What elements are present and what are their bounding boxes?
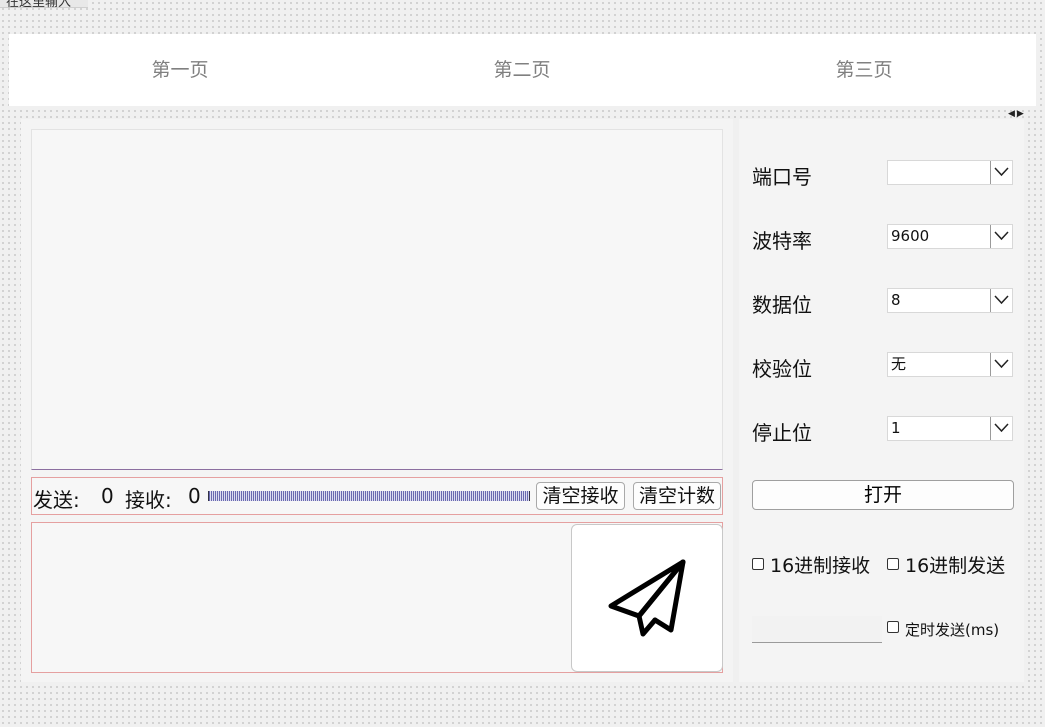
checkbox-box[interactable] [887,558,899,570]
paper-plane-icon [608,559,686,637]
recv-count-label: 接收: [125,488,172,512]
open-port-button[interactable]: 打开 [752,480,1014,510]
send-text-input[interactable] [32,523,571,676]
checkbox-box[interactable] [887,621,899,633]
port-label: 端口号 [752,165,812,189]
tab-page-2[interactable]: 第二页 [351,34,693,106]
clear-count-button[interactable]: 清空计数 [633,482,721,510]
tab-page-1[interactable]: 第一页 [9,34,351,106]
stopbits-combo[interactable]: 1 [887,416,1013,441]
send-button[interactable] [571,524,723,672]
splitter-handle[interactable] [733,119,739,682]
stats-bar: 发送: 0 接收: 0 清空接收 清空计数 [31,477,723,515]
chevron-down-icon [990,289,1012,312]
parity-label: 校验位 [752,357,812,381]
send-count-label: 发送: [33,488,80,512]
databits-label: 数据位 [752,293,812,317]
databits-combo[interactable]: 8 [887,288,1013,313]
chevron-down-icon [990,161,1012,184]
chevron-down-icon [990,225,1012,248]
menu-input-hint[interactable]: 在这里输入 [0,0,88,10]
timer-send-checkbox[interactable]: 定时发送(ms) [887,619,999,640]
hex-receive-checkbox[interactable]: 16进制接收 [752,551,870,578]
receive-text-area[interactable] [31,129,723,470]
checkbox-box[interactable] [752,558,764,570]
baud-label: 波特率 [752,229,812,253]
parity-combo[interactable]: 无 [887,352,1013,377]
clear-receive-button[interactable]: 清空接收 [536,482,625,510]
send-panel [31,522,723,676]
timer-interval-input[interactable] [752,616,882,643]
stopbits-label: 停止位 [752,421,812,445]
splitter-arrows-icon[interactable]: ◀▶ [1008,109,1026,119]
chevron-down-icon [990,417,1012,440]
chevron-down-icon [990,353,1012,376]
progress-bar [208,491,530,501]
baud-combo[interactable]: 9600 [887,224,1013,249]
port-combo[interactable] [887,160,1013,185]
tab-page-3[interactable]: 第三页 [693,34,1035,106]
send-count-value: 0 [101,484,114,508]
hex-send-checkbox[interactable]: 16进制发送 [887,551,1005,578]
tab-bar: 第一页 第二页 第三页 [9,34,1036,106]
recv-count-value: 0 [188,484,201,508]
